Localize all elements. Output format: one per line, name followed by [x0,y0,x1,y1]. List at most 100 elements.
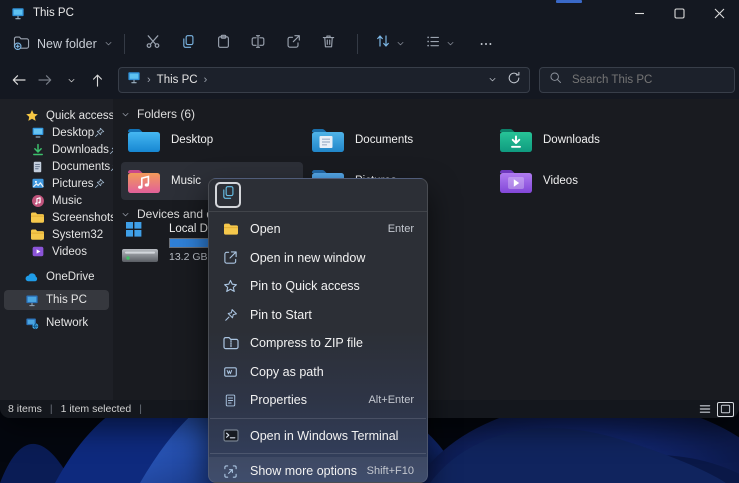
context-menu-item-label: Open in Windows Terminal [250,429,398,443]
command-bar: New folder [0,26,739,61]
sidebar-item-onedrive[interactable]: OneDrive [4,267,109,287]
sort-button[interactable] [375,33,405,54]
selected-count: 1 item selected [61,403,132,415]
sidebar-item-label: This PC [46,294,87,306]
chevron-down-icon [446,39,455,48]
sidebar-item-this-pc[interactable]: This PC [4,290,109,310]
share-icon [286,34,301,54]
pin-icon [94,127,105,138]
sidebar-item-downloads[interactable]: Downloads [4,141,109,158]
context-menu-item-label: Properties [250,393,307,407]
collapse-chevron-icon [121,110,130,119]
context-menu-item-open[interactable]: OpenEnter [209,215,427,244]
new-folder-label: New folder [37,37,97,51]
sidebar-item-desktop[interactable]: Desktop [4,124,109,141]
folder-tile-videos[interactable]: Videos [493,162,675,200]
downloads-icon [30,143,45,157]
context-menu-item-label: Compress to ZIP file [250,336,363,350]
videos-icon [30,245,45,258]
toolbar-separator [124,34,125,54]
properties-icon [222,393,239,408]
context-menu-item-pin-to-start[interactable]: Pin to Start [209,301,427,330]
copy-button[interactable] [171,30,206,58]
context-menu-shortcut: Enter [388,223,414,235]
sidebar-item-music[interactable]: Music [4,192,109,209]
up-button[interactable] [84,67,110,93]
address-dropdown-icon[interactable] [488,71,497,89]
context-menu: OpenEnterOpen in new windowPin to Quick … [208,178,428,483]
refresh-icon[interactable] [507,71,521,90]
context-menu-command-row [209,179,427,212]
delete-button[interactable] [311,30,346,58]
context-menu-item-show-more-options[interactable]: Show more optionsShift+F10 [209,457,427,483]
more-options-button[interactable] [469,30,504,58]
back-button[interactable] [6,67,32,93]
copy-path-icon [222,365,239,379]
this-pc-icon [127,71,141,89]
rename-button[interactable] [241,30,276,58]
context-copy-button[interactable] [215,182,241,208]
breadcrumb-chevron-icon: › [147,74,151,86]
context-menu-item-compress-to-zip-file[interactable]: Compress to ZIP file [209,329,427,358]
star-icon [24,109,39,122]
sidebar-item-pictures[interactable]: Pictures [4,175,109,192]
sidebar-item-documents[interactable]: Documents [4,158,109,175]
new-folder-button[interactable]: New folder [13,35,113,53]
share-button[interactable] [276,30,311,58]
close-button[interactable] [699,0,739,26]
minimize-button[interactable] [619,0,659,26]
context-menu-item-pin-to-quick-access[interactable]: Pin to Quick access [209,272,427,301]
context-menu-item-properties[interactable]: PropertiesAlt+Enter [209,386,427,415]
cut-button[interactable] [136,30,171,58]
context-menu-divider [210,418,426,419]
sidebar-item-quick-access[interactable]: Quick access [4,107,109,124]
section-title: Folders (6) [137,107,195,121]
music-icon [30,194,45,208]
sidebar-item-network[interactable]: Network [4,313,109,333]
search-input[interactable] [570,73,710,87]
status-separator: | [50,403,53,415]
breadcrumb-chevron-icon: › [204,74,208,86]
folder-tile-desktop[interactable]: Desktop [121,121,303,159]
sidebar-item-label: Network [46,317,88,329]
sidebar-item-label: System32 [52,229,103,241]
forward-button[interactable] [32,67,58,93]
folder-tile-documents[interactable]: Documents [305,121,487,159]
wallpaper-sliver [556,0,582,3]
chevron-down-icon [396,39,405,48]
folder-tile-label: Documents [355,134,413,146]
folder-icon [30,211,45,224]
section-header-folders[interactable]: Folders (6) [121,107,195,121]
sidebar-item-label: Documents [52,161,110,173]
folder-tile-label: Music [171,175,201,187]
pictures-icon [30,177,45,190]
this-pc-icon [11,7,25,20]
context-menu-item-open-in-new-window[interactable]: Open in new window [209,244,427,273]
sort-icon [375,33,391,54]
breadcrumb[interactable]: This PC [157,74,198,86]
sidebar-item-system32[interactable]: System32 [4,226,109,243]
details-view-button[interactable] [696,402,713,417]
search-box[interactable] [539,67,735,93]
context-menu-item-copy-as-path[interactable]: Copy as path [209,358,427,387]
folder-videos-icon [499,168,533,195]
pin-quick-access-icon [222,279,239,293]
view-button[interactable] [425,34,455,54]
collapse-chevron-icon [121,210,130,219]
address-bar[interactable]: › This PC › [118,67,530,93]
recent-locations-button[interactable] [58,67,84,93]
sidebar-item-label: Videos [52,246,87,258]
large-icons-view-button[interactable] [717,402,734,417]
sidebar-item-label: Desktop [52,127,94,139]
copy-icon [181,34,196,54]
sidebar-item-videos[interactable]: Videos [4,243,109,260]
local-disk-icon [121,221,161,265]
sidebar-item-label: Downloads [52,144,109,156]
folder-tile-downloads[interactable]: Downloads [493,121,675,159]
paste-button[interactable] [206,30,241,58]
sidebar-item-screenshots[interactable]: Screenshots [4,209,109,226]
maximize-button[interactable] [659,0,699,26]
desktop-screen: This PC New folder [0,0,739,483]
sidebar-item-label: Screenshots [52,212,113,224]
context-menu-item-open-in-windows-terminal[interactable]: Open in Windows Terminal [209,422,427,451]
